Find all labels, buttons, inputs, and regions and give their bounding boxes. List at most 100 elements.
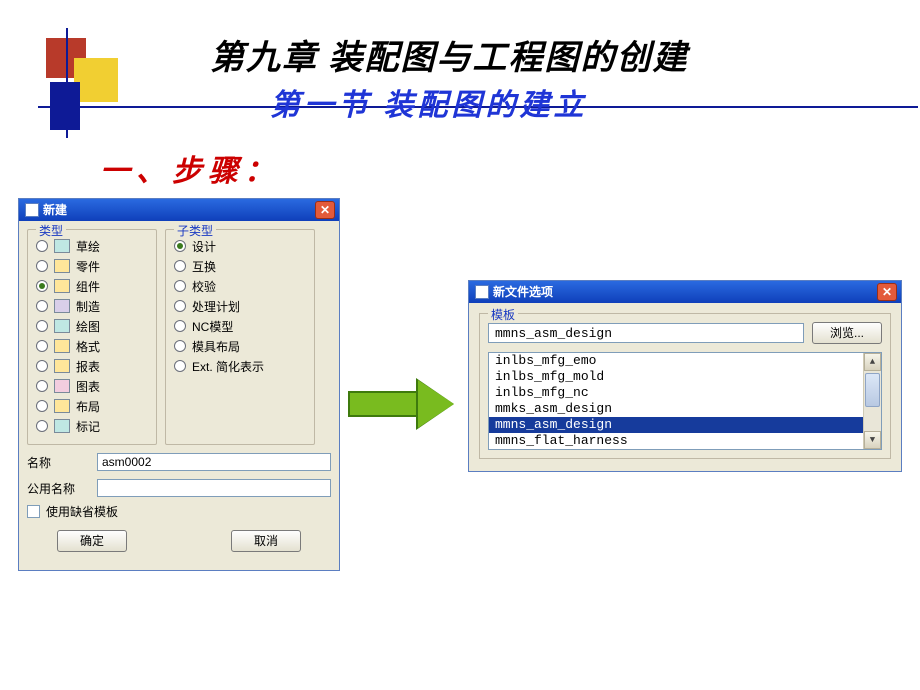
type-thumbnail-icon [54, 379, 70, 393]
group-subtype: 子类型 设计互换校验处理计划NC模型模具布局Ext. 简化表示 [165, 229, 315, 445]
type-option[interactable]: 标记 [36, 416, 148, 436]
radio-icon[interactable] [36, 380, 48, 392]
type-label: 制造 [76, 298, 100, 315]
use-default-template-label: 使用缺省模板 [46, 503, 118, 520]
close-button[interactable]: ✕ [877, 283, 897, 301]
chapter-title: 第九章 装配图与工程图的创建 [210, 30, 689, 79]
step-heading: 一、步骤： [100, 146, 280, 190]
type-label: 组件 [76, 278, 100, 295]
type-option[interactable]: 图表 [36, 376, 148, 396]
radio-icon[interactable] [174, 300, 186, 312]
type-option[interactable]: 制造 [36, 296, 148, 316]
radio-icon[interactable] [36, 320, 48, 332]
type-option[interactable]: 绘图 [36, 316, 148, 336]
radio-icon[interactable] [174, 280, 186, 292]
radio-icon[interactable] [174, 320, 186, 332]
use-default-template-checkbox[interactable] [27, 505, 40, 518]
radio-icon[interactable] [36, 240, 48, 252]
subtype-label: 处理计划 [192, 298, 240, 315]
public-name-input[interactable] [97, 479, 331, 497]
group-template: 模板 浏览... inlbs_mfg_emoinlbs_mfg_moldinlb… [479, 313, 891, 459]
radio-icon[interactable] [36, 400, 48, 412]
type-label: 图表 [76, 378, 100, 395]
scroll-down-button[interactable]: ▼ [864, 431, 881, 449]
list-item[interactable]: inlbs_mfg_emo [489, 353, 863, 369]
list-item[interactable]: inlbs_mfg_nc [489, 385, 863, 401]
type-label: 零件 [76, 258, 100, 275]
type-option[interactable]: 草绘 [36, 236, 148, 256]
cancel-button[interactable]: 取消 [231, 530, 301, 552]
radio-icon[interactable] [36, 340, 48, 352]
subtype-option[interactable]: 处理计划 [174, 296, 306, 316]
subtype-option[interactable]: 模具布局 [174, 336, 306, 356]
list-item[interactable]: mmns_asm_design [489, 417, 863, 433]
template-listbox[interactable]: inlbs_mfg_emoinlbs_mfg_moldinlbs_mfg_ncm… [488, 352, 882, 450]
radio-icon[interactable] [174, 360, 186, 372]
radio-icon[interactable] [36, 420, 48, 432]
name-label: 名称 [27, 454, 87, 471]
scroll-thumb[interactable] [865, 373, 880, 407]
radio-icon[interactable] [36, 280, 48, 292]
type-option[interactable]: 格式 [36, 336, 148, 356]
type-option[interactable]: 报表 [36, 356, 148, 376]
type-label: 报表 [76, 358, 100, 375]
subtype-option[interactable]: 互换 [174, 256, 306, 276]
new-dialog: 新建 ✕ 类型 草绘零件组件制造绘图格式报表图表布局标记 子类型 设计互换校验处… [18, 198, 340, 571]
subtype-label: Ext. 简化表示 [192, 358, 264, 375]
list-item[interactable]: mmks_asm_design [489, 401, 863, 417]
list-item[interactable]: inlbs_mfg_mold [489, 369, 863, 385]
type-thumbnail-icon [54, 359, 70, 373]
type-option[interactable]: 零件 [36, 256, 148, 276]
group-subtype-label: 子类型 [174, 222, 216, 239]
subtype-option[interactable]: 校验 [174, 276, 306, 296]
type-label: 标记 [76, 418, 100, 435]
new-file-options-dialog: 新文件选项 ✕ 模板 浏览... inlbs_mfg_emoinlbs_mfg_… [468, 280, 902, 472]
radio-icon[interactable] [36, 260, 48, 272]
ok-button[interactable]: 确定 [57, 530, 127, 552]
titlebar: 新文件选项 ✕ [469, 281, 901, 303]
subtype-option[interactable]: 设计 [174, 236, 306, 256]
type-thumbnail-icon [54, 259, 70, 273]
group-template-label: 模板 [488, 306, 518, 323]
radio-icon[interactable] [174, 340, 186, 352]
deco-yellow-square [74, 58, 118, 102]
radio-icon[interactable] [36, 300, 48, 312]
type-thumbnail-icon [54, 319, 70, 333]
scrollbar[interactable]: ▲ ▼ [863, 353, 881, 449]
deco-vertical-line [66, 28, 68, 138]
scroll-track[interactable] [864, 371, 881, 431]
group-type-label: 类型 [36, 222, 66, 239]
radio-icon[interactable] [174, 260, 186, 272]
titlebar: 新建 ✕ [19, 199, 339, 221]
subtype-option[interactable]: Ext. 简化表示 [174, 356, 306, 376]
browse-button[interactable]: 浏览... [812, 322, 882, 344]
window-icon [25, 203, 39, 217]
window-icon [475, 285, 489, 299]
section-title: 第一节 装配图的建立 [270, 80, 588, 124]
type-thumbnail-icon [54, 299, 70, 313]
type-thumbnail-icon [54, 239, 70, 253]
subtype-option[interactable]: NC模型 [174, 316, 306, 336]
dialog-title: 新文件选项 [493, 281, 873, 303]
subtype-label: 模具布局 [192, 338, 240, 355]
radio-icon[interactable] [36, 360, 48, 372]
type-option[interactable]: 布局 [36, 396, 148, 416]
subtype-label: 互换 [192, 258, 216, 275]
radio-icon[interactable] [174, 240, 186, 252]
subtype-label: NC模型 [192, 318, 233, 335]
subtype-label: 设计 [192, 238, 216, 255]
type-label: 格式 [76, 338, 100, 355]
type-label: 绘图 [76, 318, 100, 335]
scroll-up-button[interactable]: ▲ [864, 353, 881, 371]
type-thumbnail-icon [54, 419, 70, 433]
type-label: 草绘 [76, 238, 100, 255]
public-name-label: 公用名称 [27, 480, 87, 497]
template-input[interactable] [488, 323, 804, 343]
list-item[interactable]: mmns_flat_harness [489, 433, 863, 449]
name-input[interactable] [97, 453, 331, 471]
type-thumbnail-icon [54, 399, 70, 413]
type-option[interactable]: 组件 [36, 276, 148, 296]
type-thumbnail-icon [54, 279, 70, 293]
close-button[interactable]: ✕ [315, 201, 335, 219]
group-type: 类型 草绘零件组件制造绘图格式报表图表布局标记 [27, 229, 157, 445]
